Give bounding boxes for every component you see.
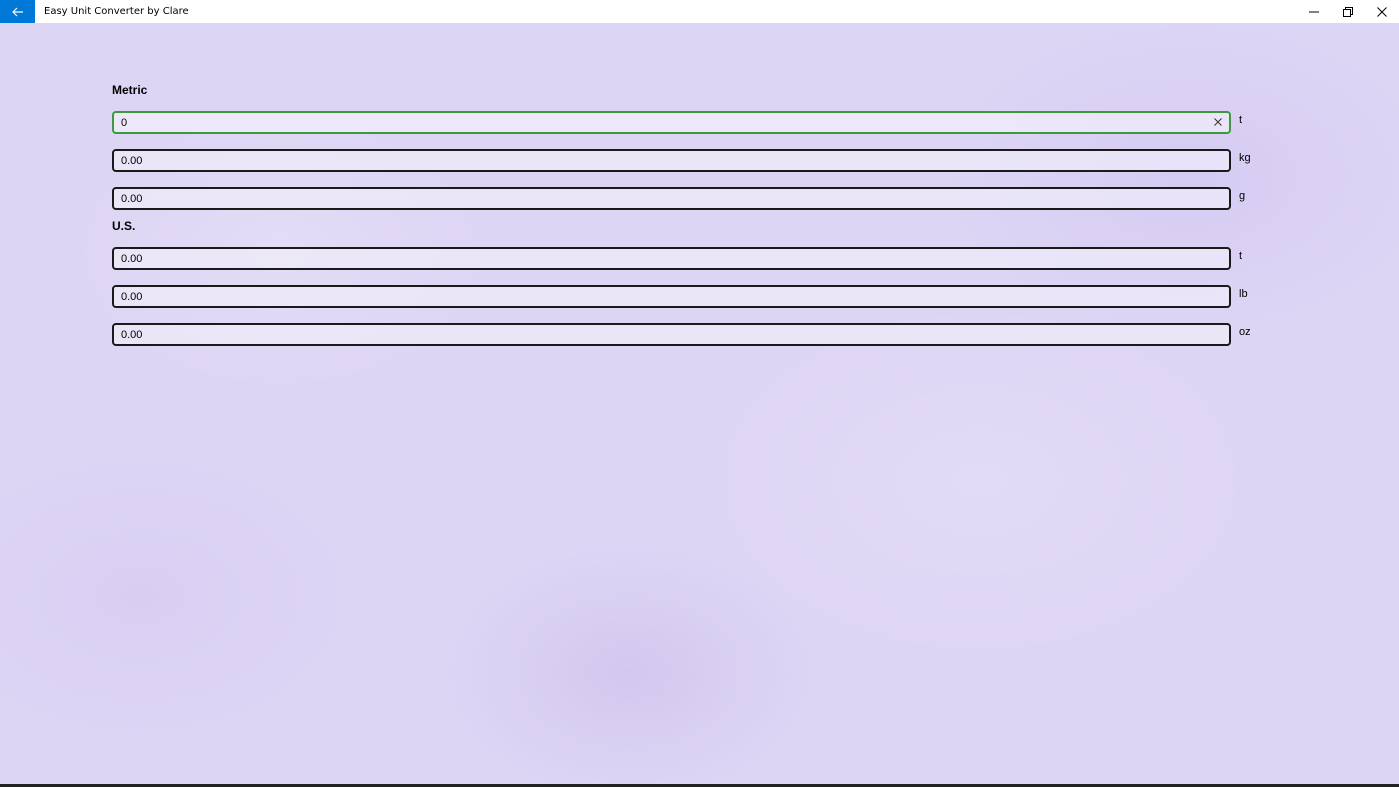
converter-panel xyxy=(0,23,1399,787)
us-oz-value: 0.00 xyxy=(121,328,143,341)
unit-label-lb: lb xyxy=(1239,288,1248,300)
us-lb-input[interactable]: 0.00 xyxy=(112,285,1231,308)
back-button[interactable] xyxy=(0,0,35,23)
restore-icon xyxy=(1343,6,1353,17)
metric-heading: Metric xyxy=(112,83,148,97)
unit-label-kg: kg xyxy=(1239,152,1251,164)
us-oz-input[interactable]: 0.00 xyxy=(112,323,1231,346)
us-lb-value: 0.00 xyxy=(121,290,143,303)
unit-label-oz: oz xyxy=(1239,326,1251,338)
arrow-left-icon xyxy=(11,7,23,16)
unit-label-g: g xyxy=(1239,190,1246,202)
metric-tonne-field[interactable] xyxy=(121,116,1201,129)
metric-g-input[interactable]: 0.00 xyxy=(112,187,1231,210)
clear-button[interactable] xyxy=(1212,116,1224,128)
app-title: Easy Unit Converter by Clare xyxy=(44,6,189,17)
close-icon xyxy=(1214,118,1222,126)
restore-button[interactable] xyxy=(1331,0,1365,23)
close-icon xyxy=(1377,6,1387,17)
metric-kg-input[interactable]: 0.00 xyxy=(112,149,1231,172)
title-bar: Easy Unit Converter by Clare xyxy=(0,0,1399,23)
unit-label-t: t xyxy=(1239,114,1243,126)
metric-tonne-input[interactable] xyxy=(112,111,1231,134)
unit-label-us-t: t xyxy=(1239,250,1243,262)
metric-g-value: 0.00 xyxy=(121,192,143,205)
us-ton-input[interactable]: 0.00 xyxy=(112,247,1231,270)
metric-kg-value: 0.00 xyxy=(121,154,143,167)
us-ton-value: 0.00 xyxy=(121,252,143,265)
minimize-button[interactable] xyxy=(1297,0,1331,23)
us-heading: U.S. xyxy=(112,219,136,233)
close-button[interactable] xyxy=(1365,0,1399,23)
window-controls xyxy=(1297,0,1399,23)
minimize-icon xyxy=(1309,11,1319,12)
